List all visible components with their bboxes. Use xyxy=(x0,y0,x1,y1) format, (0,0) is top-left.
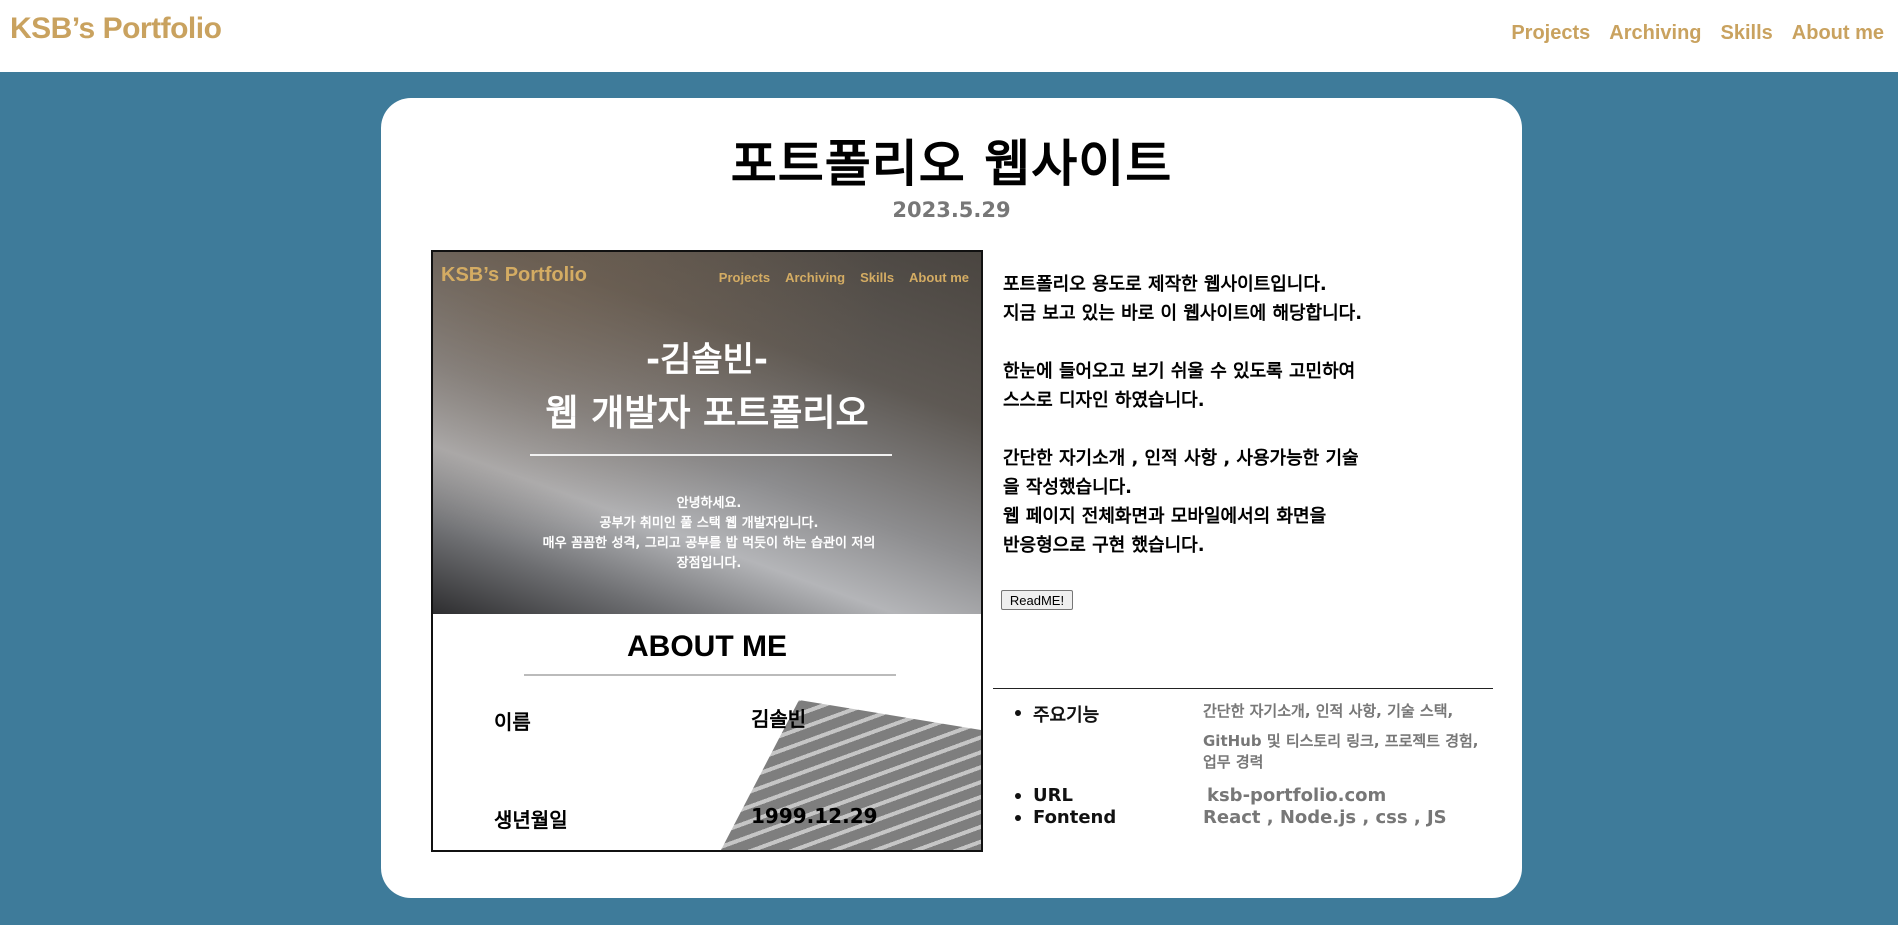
info-value-features-line-3: 업무 경력 xyxy=(1203,753,1264,771)
bullet-icon xyxy=(1015,793,1021,799)
nav-links: Projects Archiving Skills About me xyxy=(1511,22,1884,45)
preview-intro-line-3: 매우 꼼꼼한 성격, 그리고 공부를 밥 먹듯이 하는 습관이 저의 xyxy=(542,536,876,551)
info-value-features-line-1: 간단한 자기소개, 인적 사항, 기술 스택, xyxy=(1203,702,1454,720)
preview-hero-name: -김솔빈- xyxy=(645,340,769,380)
info-divider xyxy=(993,688,1493,689)
preview-nav-about-me: About me xyxy=(909,270,969,285)
project-title: 포트폴리오 웹사이트 xyxy=(730,135,1173,193)
nav-link-skills[interactable]: Skills xyxy=(1721,22,1773,45)
preview-hero-divider xyxy=(530,454,892,456)
project-description: 포트폴리오 용도로 제작한 웹사이트입니다. 지금 보고 있는 바로 이 웹사이… xyxy=(1003,270,1433,589)
preview-birthdate-label: 생년월일 xyxy=(494,808,568,832)
preview-nav-archiving: Archiving xyxy=(785,270,846,285)
project-preview-image: KSB’s Portfolio Projects Archiving Skill… xyxy=(431,250,983,852)
nav-link-projects[interactable]: Projects xyxy=(1511,22,1590,45)
project-date: 2023.5.29 xyxy=(892,198,1011,222)
project-card: 포트폴리오 웹사이트 2023.5.29 KSB’s Portfolio Pro… xyxy=(381,98,1522,898)
top-navbar: KSB’s Portfolio Projects Archiving Skill… xyxy=(0,0,1898,72)
preview-about-divider xyxy=(524,674,896,676)
preview-intro-line-1: 안녕하세요. xyxy=(676,496,742,511)
info-label-features: 주요기능 xyxy=(1033,705,1100,726)
bullet-icon xyxy=(1015,710,1021,716)
preview-name-label: 이름 xyxy=(494,710,531,734)
preview-nav-skills: Skills xyxy=(860,270,895,285)
preview-birthdate-value: 1999.12.29 xyxy=(751,804,878,828)
preview-intro-line-2: 공부가 취미인 풀 스택 웹 개발자입니다. xyxy=(599,516,819,531)
preview-about-title: ABOUT ME xyxy=(627,630,787,663)
preview-nav: Projects Archiving Skills About me xyxy=(719,270,969,285)
info-label-url: URL xyxy=(1033,785,1073,806)
readme-button[interactable]: ReadME! xyxy=(1001,590,1073,610)
info-value-frontend: React , Node.js , css , JS xyxy=(1203,807,1447,828)
bullet-icon xyxy=(1015,815,1021,821)
nav-link-about-me[interactable]: About me xyxy=(1792,22,1884,45)
nav-link-archiving[interactable]: Archiving xyxy=(1609,22,1701,45)
info-value-features: 간단한 자기소개, 인적 사항, 기술 스택, GitHub 및 티스토리 링크… xyxy=(1203,701,1513,773)
info-label-frontend: Fontend xyxy=(1033,807,1117,828)
preview-hero-intro: 안녕하세요. 공부가 취미인 풀 스택 웹 개발자입니다. 매우 꼼꼼한 성격,… xyxy=(473,494,945,574)
site-logo[interactable]: KSB’s Portfolio xyxy=(10,12,222,46)
preview-name-value: 김솔빈 xyxy=(751,707,807,731)
preview-hero-title: 웹 개발자 포트폴리오 xyxy=(545,393,869,434)
info-value-url[interactable]: ksb-portfolio.com xyxy=(1207,785,1517,806)
info-value-features-line-2: GitHub 및 티스토리 링크, 프로젝트 경험, xyxy=(1203,732,1479,750)
description-paragraph-3: 간단한 자기소개 , 인적 사항 , 사용가능한 기술 을 작성했습니다. 웹 … xyxy=(1003,448,1359,556)
preview-nav-projects: Projects xyxy=(718,270,771,285)
preview-logo: KSB’s Portfolio xyxy=(441,264,587,286)
description-paragraph-1: 포트폴리오 용도로 제작한 웹사이트입니다. 지금 보고 있는 바로 이 웹사이… xyxy=(1003,274,1363,324)
preview-intro-line-4: 장점입니다. xyxy=(676,556,742,571)
description-paragraph-2: 한눈에 들어오고 보기 쉬울 수 있도록 고민하여 스스로 디자인 하였습니다. xyxy=(1003,361,1356,411)
